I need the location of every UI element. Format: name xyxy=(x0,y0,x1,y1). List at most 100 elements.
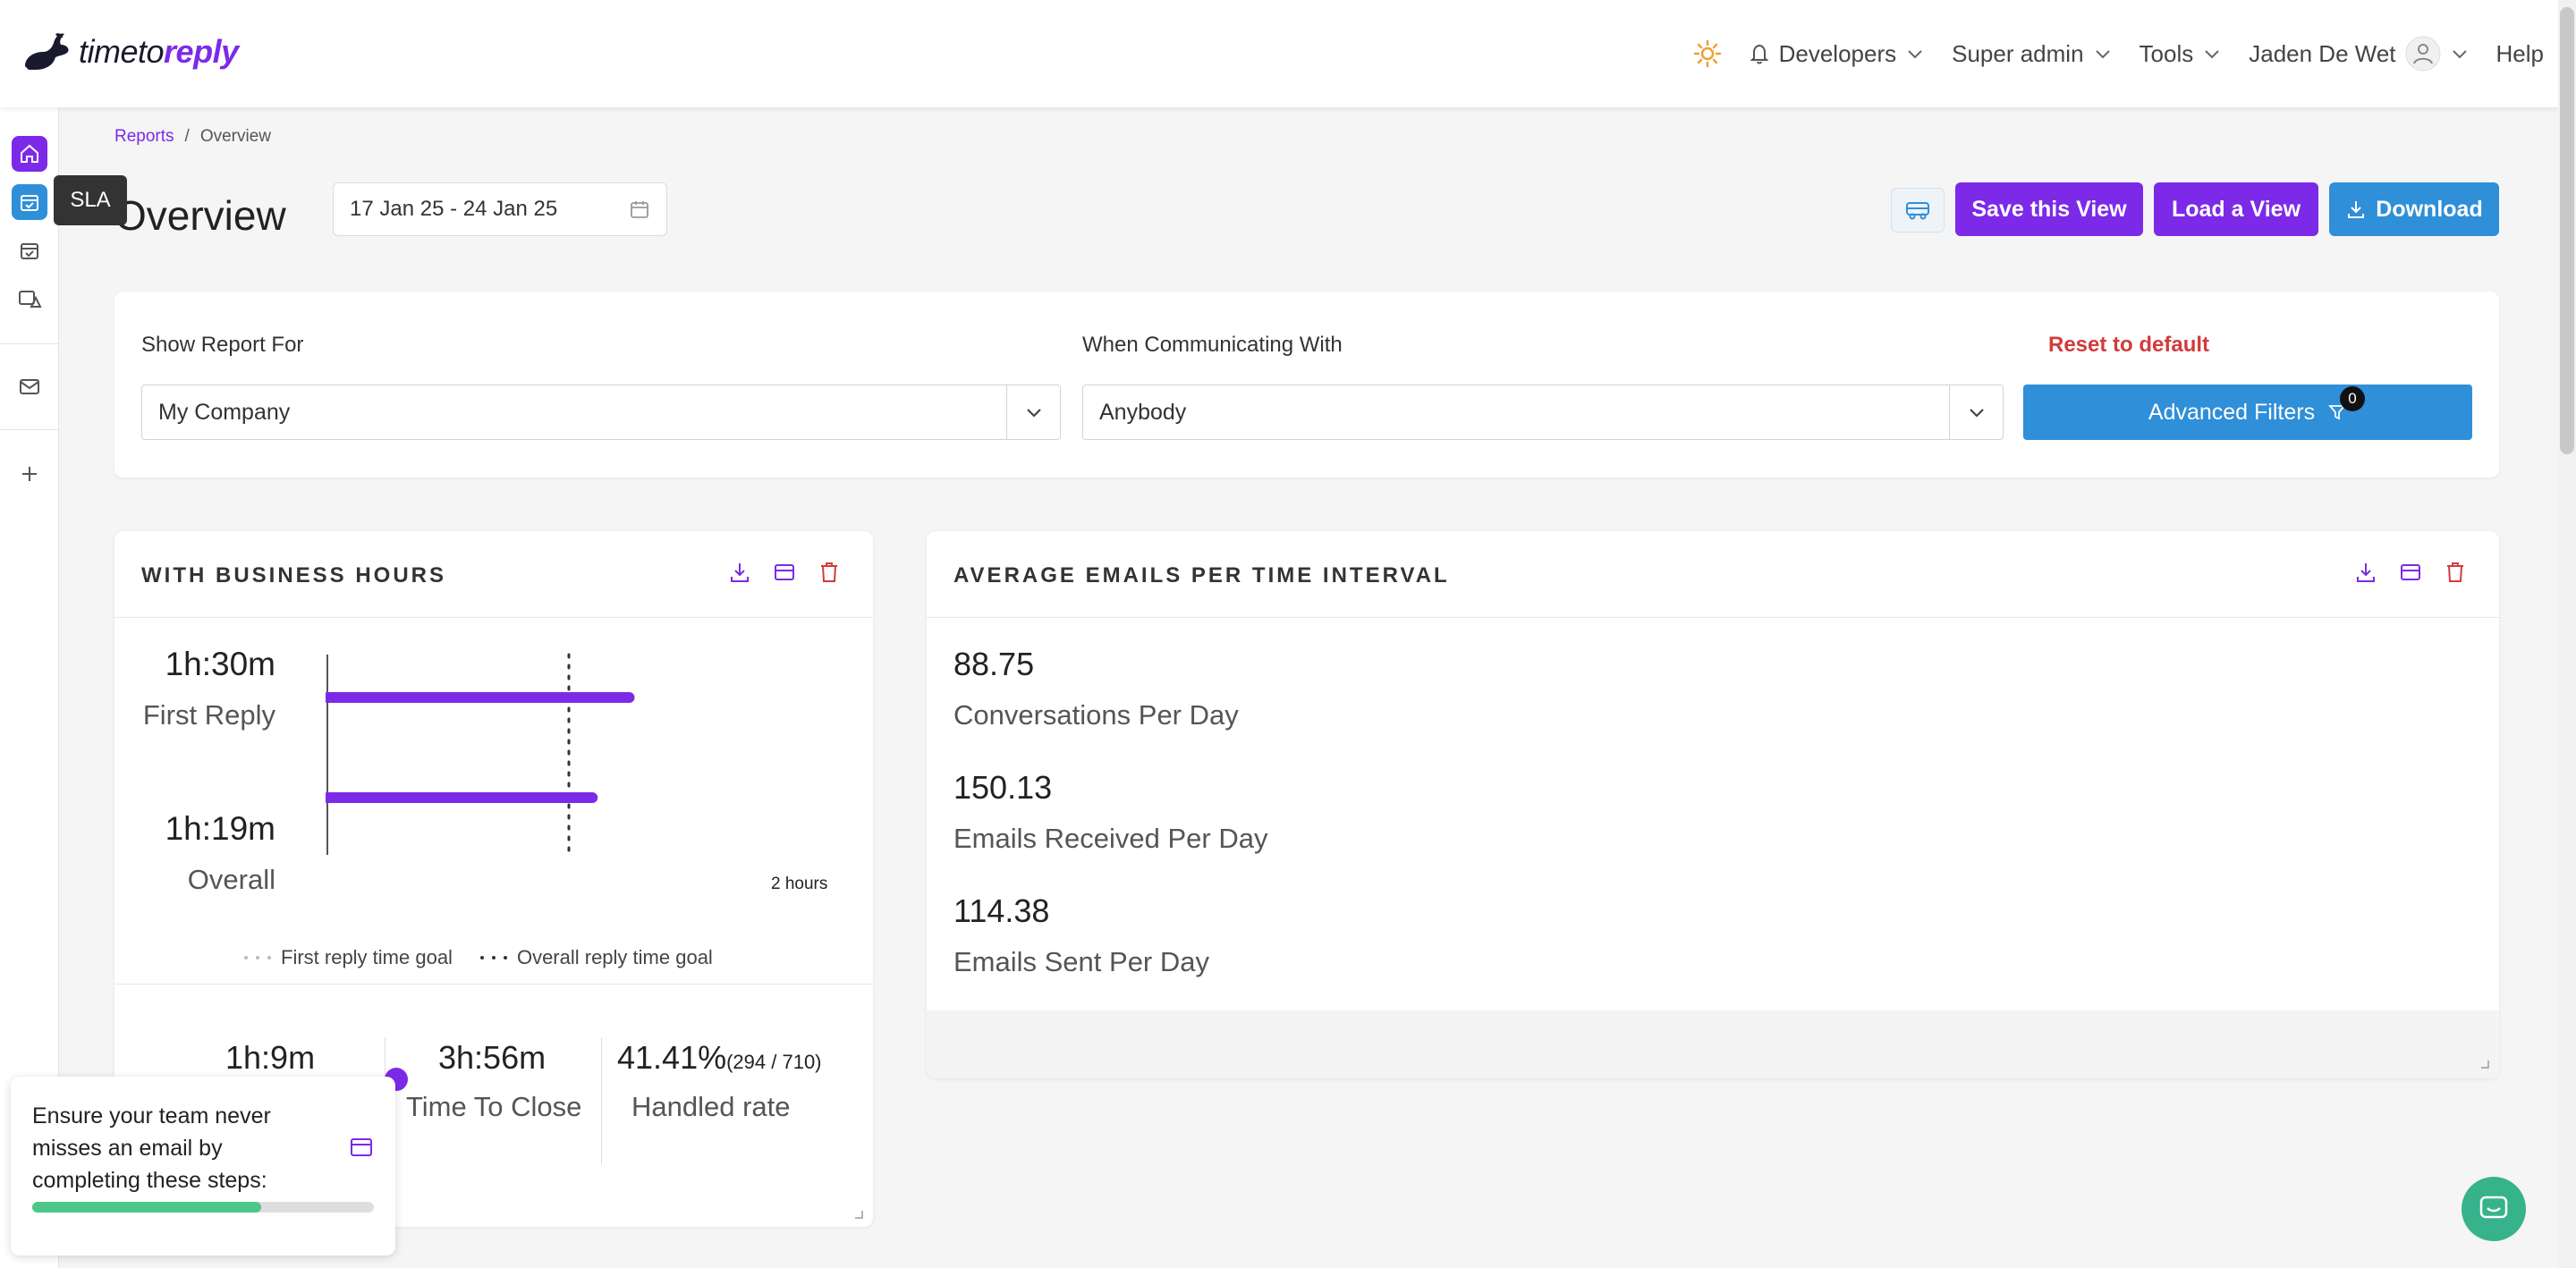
sidebar-divider xyxy=(0,429,59,430)
sidebar-add[interactable] xyxy=(12,456,47,492)
sidebar-calendar[interactable] xyxy=(12,232,47,268)
axis-max-label: 2 hours xyxy=(771,875,828,893)
card-footer xyxy=(927,1010,2499,1078)
emails-sent-value: 114.38 xyxy=(953,892,1050,929)
card-divider xyxy=(114,617,873,618)
home-icon xyxy=(21,144,38,163)
reset-to-default-link[interactable]: Reset to default xyxy=(2048,333,2209,358)
chat-launcher[interactable] xyxy=(2462,1177,2526,1241)
dotted-line-icon xyxy=(244,956,271,959)
card-view-icon[interactable] xyxy=(349,1136,374,1159)
download-label: Download xyxy=(2376,196,2483,222)
user-menu[interactable]: Jaden De Wet xyxy=(2249,36,2469,72)
help-link[interactable]: Help xyxy=(2496,40,2544,68)
sidebar-inbox[interactable] xyxy=(12,368,47,404)
stat-value: 1h:9m xyxy=(225,1039,316,1076)
emails-received-value: 150.13 xyxy=(953,769,1053,806)
load-view-button[interactable]: Load a View xyxy=(2154,182,2318,236)
download-button[interactable]: Download xyxy=(2329,182,2499,236)
developers-menu[interactable]: Developers xyxy=(1749,40,1926,68)
advanced-filters-button[interactable]: Advanced Filters 0 xyxy=(2023,385,2472,440)
onboarding-widget[interactable]: Ensure your team never misses an email b… xyxy=(11,1077,395,1255)
bus-icon xyxy=(1906,202,1929,220)
average-emails-card: AVERAGE EMAILS PER TIME INTERVAL 88.75 C… xyxy=(927,531,2499,1078)
resize-handle-icon[interactable] xyxy=(852,1207,864,1220)
app-logo[interactable]: timetoreply xyxy=(20,30,239,73)
advanced-filters-count: 0 xyxy=(2340,386,2365,411)
calendar-icon xyxy=(631,201,648,218)
sidebar-alerts[interactable] xyxy=(12,281,47,317)
communicating-label: When Communicating With xyxy=(1082,333,1343,357)
sla-tooltip: SLA xyxy=(54,175,127,225)
first-reply-time: 1h:30m xyxy=(165,646,275,682)
top-bar: timetoreply Developers Super admin Tools xyxy=(0,0,2576,107)
handled-rate-value: 41.41% xyxy=(617,1039,727,1076)
card-view-icon[interactable] xyxy=(2399,560,2422,585)
breadcrumb: Reports / Overview xyxy=(114,127,271,147)
card-view-icon[interactable] xyxy=(773,560,796,585)
breadcrumb-reports[interactable]: Reports xyxy=(114,127,174,147)
bell-icon xyxy=(1750,44,1769,64)
emails-sent-label: Emails Sent Per Day xyxy=(953,946,1209,977)
handled-rate-value-group: 41.41% (294 / 710) xyxy=(617,1039,822,1077)
card-divider xyxy=(927,617,2499,618)
first-reply-label: First Reply xyxy=(142,699,275,731)
onboarding-progress-fill xyxy=(32,1202,261,1213)
card-actions xyxy=(2354,560,2467,585)
export-icon[interactable] xyxy=(728,560,751,585)
page-title: Overview xyxy=(114,192,286,239)
resize-handle-icon[interactable] xyxy=(2478,1057,2490,1069)
image-alert-icon xyxy=(19,291,42,308)
calendar-icon xyxy=(21,243,38,259)
chat-icon xyxy=(2479,1196,2508,1219)
emails-received-label: Emails Received Per Day xyxy=(953,823,1268,854)
trash-icon[interactable] xyxy=(818,560,841,585)
legend-overall-label: Overall reply time goal xyxy=(516,946,713,968)
time-to-close-value: 3h:56m xyxy=(438,1039,547,1076)
report-for-label: Show Report For xyxy=(141,333,304,357)
overall-time: 1h:19m xyxy=(165,810,275,847)
trash-icon[interactable] xyxy=(2444,560,2467,585)
breadcrumb-separator: / xyxy=(184,127,190,146)
communicating-select[interactable]: Anybody xyxy=(1082,385,2004,440)
super-admin-menu[interactable]: Super admin xyxy=(1952,40,2112,68)
chevron-down-icon xyxy=(2095,50,2110,59)
mail-stack-icon xyxy=(20,379,39,394)
advanced-filters-label: Advanced Filters xyxy=(2148,399,2316,425)
developers-label: Developers xyxy=(1778,39,1897,67)
user-name: Jaden De Wet xyxy=(2249,39,2396,67)
handled-rate-detail: (294 / 710) xyxy=(726,1051,822,1073)
top-nav: Developers Super admin Tools Jaden De We… xyxy=(1693,0,2544,107)
sun-icon[interactable] xyxy=(1693,39,1722,68)
card-actions xyxy=(728,560,841,585)
legend-first-label: First reply time goal xyxy=(281,946,453,968)
chevron-down-icon xyxy=(1026,409,1041,418)
chevron-down-icon xyxy=(1969,409,1984,418)
save-view-button[interactable]: Save this View xyxy=(1955,182,2143,236)
bus-button[interactable] xyxy=(1891,188,1945,232)
chevron-down-icon xyxy=(2205,50,2219,59)
time-to-close-label: Time To Close xyxy=(406,1091,582,1122)
sidebar-divider xyxy=(0,343,59,344)
sidebar-home[interactable] xyxy=(12,136,47,172)
date-range-picker[interactable]: 17 Jan 25 - 24 Jan 25 xyxy=(333,182,667,236)
dotted-line-icon xyxy=(479,956,507,959)
onboarding-text: Ensure your team never misses an email b… xyxy=(32,1103,271,1193)
export-icon[interactable] xyxy=(2354,560,2377,585)
report-for-value: My Company xyxy=(158,399,291,425)
conversations-per-day-value: 88.75 xyxy=(953,646,1035,682)
chevron-down-icon xyxy=(1908,50,1922,59)
sidebar-sla[interactable] xyxy=(12,184,47,220)
legend-first-reply: First reply time goal xyxy=(243,946,453,969)
rabbit-logo-icon xyxy=(25,33,69,70)
report-for-select[interactable]: My Company xyxy=(141,385,1061,440)
tools-menu[interactable]: Tools xyxy=(2140,40,2223,68)
download-icon xyxy=(2348,201,2365,218)
chart-legend: First reply time goal Overall reply time… xyxy=(243,946,713,969)
breadcrumb-current: Overview xyxy=(199,127,271,146)
handled-rate-label: Handled rate xyxy=(631,1091,791,1122)
card-title: AVERAGE EMAILS PER TIME INTERVAL xyxy=(953,563,1450,588)
scrollbar-thumb[interactable] xyxy=(2560,7,2574,454)
communicating-value: Anybody xyxy=(1099,399,1187,425)
tools-label: Tools xyxy=(2139,39,2194,67)
